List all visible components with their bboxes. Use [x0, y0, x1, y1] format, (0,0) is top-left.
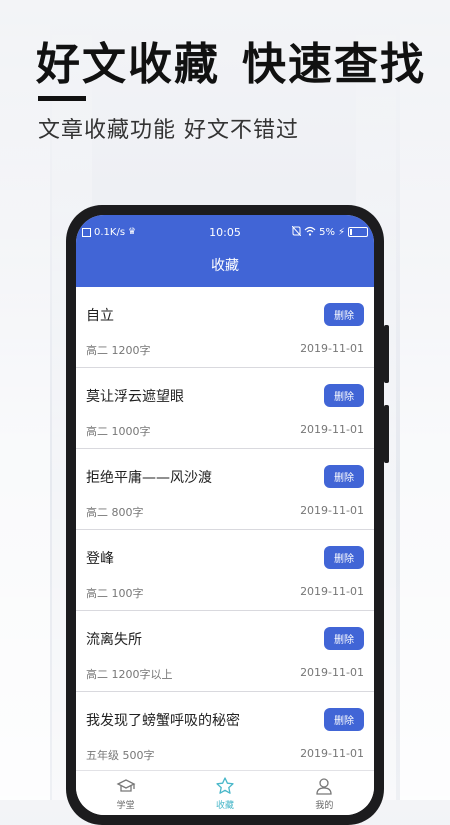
favorites-list: 自立 删除 高二 1200字 2019-11-01 莫让浮云遮望眼 删除 高二 …: [76, 287, 374, 773]
list-item[interactable]: 莫让浮云遮望眼 删除 高二 1000字 2019-11-01: [76, 368, 374, 449]
tab-label: 学堂: [116, 800, 135, 811]
headline-left: 好文收藏: [36, 39, 220, 90]
tab-school[interactable]: 学堂: [76, 771, 175, 815]
tab-profile[interactable]: 我的: [275, 771, 374, 815]
article-title: 莫让浮云遮望眼: [86, 389, 184, 405]
school-icon: [116, 778, 136, 792]
article-title: 我发现了螃蟹呼吸的秘密: [86, 713, 240, 729]
phone-side-button: [384, 405, 389, 463]
phone-side-button: [384, 325, 389, 383]
list-item[interactable]: 登峰 删除 高二 100字 2019-11-01: [76, 530, 374, 611]
article-date: 2019-11-01: [300, 585, 364, 598]
promo-subline: 文章收藏功能 好文不错过: [38, 118, 299, 143]
delete-button[interactable]: 删除: [324, 303, 364, 326]
page-title: 收藏: [211, 258, 239, 274]
article-date: 2019-11-01: [300, 342, 364, 355]
article-meta: 五年级 500字: [86, 749, 155, 762]
app-header: 0.1K/s ♛ 10:05 5% ⚡ 收藏: [76, 215, 374, 287]
list-item[interactable]: 自立 删除 高二 1200字 2019-11-01: [76, 287, 374, 368]
delete-button[interactable]: 删除: [324, 627, 364, 650]
tab-label: 我的: [315, 800, 334, 811]
article-date: 2019-11-01: [300, 747, 364, 760]
article-title: 流离失所: [86, 632, 142, 648]
article-meta: 高二 1200字: [86, 344, 151, 357]
article-meta: 高二 1200字以上: [86, 668, 173, 681]
phone-frame: 0.1K/s ♛ 10:05 5% ⚡ 收藏 自立 删除 高二 1200字 20…: [66, 205, 384, 825]
article-title: 拒绝平庸——风沙渡: [86, 470, 212, 486]
delete-button[interactable]: 删除: [324, 465, 364, 488]
tab-label: 收藏: [215, 800, 234, 811]
article-date: 2019-11-01: [300, 666, 364, 679]
article-meta: 高二 1000字: [86, 425, 151, 438]
article-date: 2019-11-01: [300, 504, 364, 517]
article-date: 2019-11-01: [300, 423, 364, 436]
article-title: 自立: [86, 308, 114, 324]
battery-icon: [348, 227, 368, 237]
list-item[interactable]: 流离失所 删除 高二 1200字以上 2019-11-01: [76, 611, 374, 692]
app-screen: 0.1K/s ♛ 10:05 5% ⚡ 收藏 自立 删除 高二 1200字 20…: [76, 215, 374, 815]
list-item[interactable]: 我发现了螃蟹呼吸的秘密 删除 五年级 500字 2019-11-01: [76, 692, 374, 773]
status-time: 10:05: [209, 225, 241, 239]
user-icon: [316, 777, 332, 795]
tab-favorites[interactable]: 收藏: [175, 771, 274, 815]
headline-underline: [38, 96, 86, 101]
background-light-column: [400, 0, 450, 800]
status-bar: 0.1K/s ♛ 10:05 5% ⚡: [82, 224, 368, 240]
headline-right: 快速查找: [242, 39, 426, 90]
delete-button[interactable]: 删除: [324, 708, 364, 731]
bottom-tab-bar: 学堂 收藏 我的: [76, 770, 374, 815]
star-icon: [216, 776, 234, 794]
delete-button[interactable]: 删除: [324, 384, 364, 407]
article-title: 登峰: [86, 551, 114, 567]
list-item[interactable]: 拒绝平庸——风沙渡 删除 高二 800字 2019-11-01: [76, 449, 374, 530]
delete-button[interactable]: 删除: [324, 546, 364, 569]
article-meta: 高二 100字: [86, 587, 144, 600]
promo-headline: 好文收藏 快速查找: [36, 28, 426, 92]
article-meta: 高二 800字: [86, 506, 144, 519]
